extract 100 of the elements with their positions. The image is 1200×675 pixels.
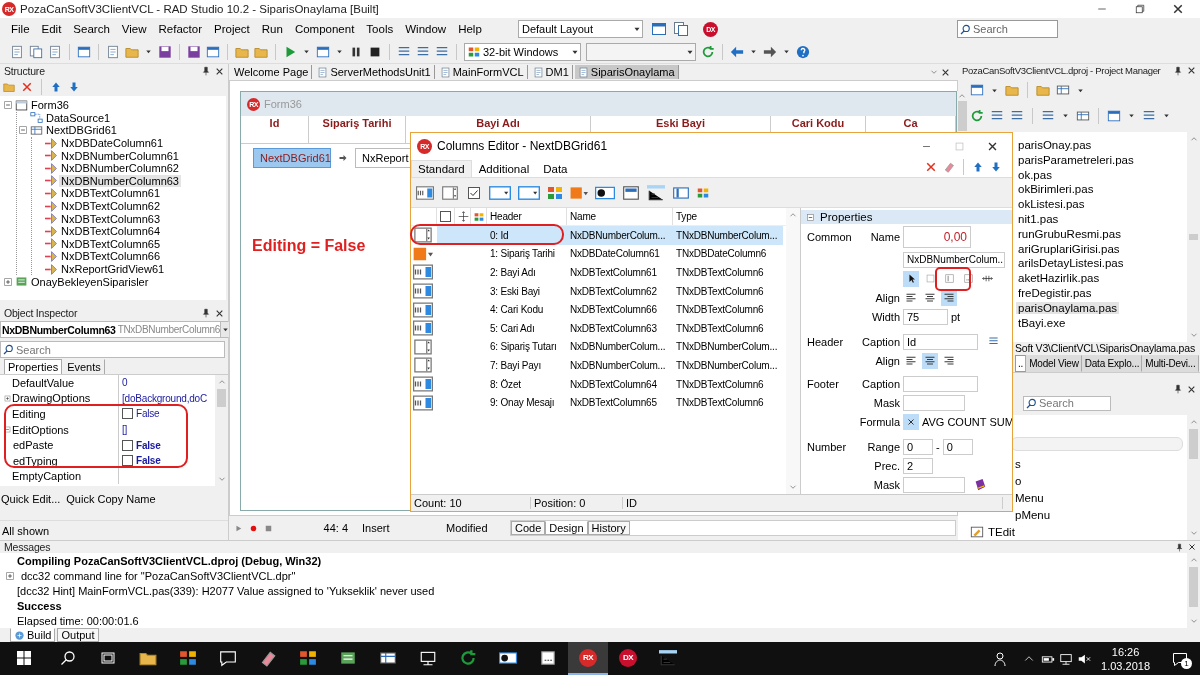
panel-tab[interactable]: Build	[10, 628, 56, 642]
command-heading[interactable]: Component	[289, 21, 360, 37]
tree-item[interactable]: NxReportGridView61	[59, 263, 167, 275]
field-label: Name	[870, 231, 901, 243]
command-heading[interactable]: Window	[400, 21, 452, 37]
table-row[interactable]: 0: Id NxDBNumberColum... TNxDBNumberColum...	[437, 226, 783, 245]
table-row[interactable]: 6: Sipariş Tutarı NxDBNumberColum... TNxDBNumberColum...	[437, 337, 783, 357]
command-heading[interactable]: Project	[209, 21, 255, 37]
name-field[interactable]: NxDBNumberColum...	[903, 251, 1005, 268]
command-heading[interactable]: Search	[68, 21, 115, 37]
table-row[interactable]: 9: Onay Mesajı NxDBTextColumn65 TNxDBTextColumn6	[437, 393, 783, 412]
tree-item[interactable]: NextDBGrid61	[44, 124, 119, 137]
property-value: 0	[122, 377, 128, 389]
app-logo[interactable]: DX	[619, 648, 637, 667]
formula-option[interactable]: COUNT	[947, 415, 987, 428]
tree-item[interactable]: NxDBDateColumn61	[59, 137, 166, 150]
value-field[interactable]: 0,00	[903, 226, 971, 248]
table-row[interactable]: 8: Özet NxDBTextColumn64 TNxDBTextColumn6	[437, 374, 783, 394]
table-row[interactable]: 4: Cari Kodu NxDBTextColumn66 TNxDBTextColumn6	[437, 300, 783, 319]
tree-item[interactable]: NxDBNumberColumn61	[59, 149, 181, 162]
palette-item[interactable]: Menu	[1015, 491, 1044, 504]
tab[interactable]: Additional	[471, 160, 537, 177]
search-field[interactable]: Search	[0, 341, 225, 358]
tree-item[interactable]: NxDBNumberColumn63	[59, 174, 181, 187]
file-item[interactable]: parisOnaylama.pas	[1016, 301, 1120, 314]
section-header[interactable]: Properties	[801, 210, 1012, 224]
tree-item[interactable]: Form36	[29, 99, 71, 112]
link[interactable]: Quick Copy Name	[66, 493, 156, 505]
file-item[interactable]: ariGruplariGirisi.pas	[1016, 242, 1122, 255]
palette-item[interactable]: s	[1015, 457, 1021, 470]
view-tab[interactable]: History	[587, 521, 630, 535]
tree-item[interactable]: NxDBNumberColumn62	[59, 162, 181, 175]
command-heading[interactable]: Refactor	[153, 21, 207, 37]
range-field[interactable]: 0	[942, 438, 973, 455]
range-separator: -	[936, 440, 940, 453]
file-item[interactable]: aketHazirlik.pas	[1016, 272, 1102, 285]
tree-item[interactable]: NxDBTextColumn65	[59, 237, 163, 250]
editor-tab[interactable]: Welcome Page	[231, 65, 313, 79]
palette-item[interactable]: o	[1015, 474, 1022, 487]
command-heading[interactable]: Edit	[36, 21, 67, 37]
table-row[interactable]: 2: Bayi Adı NxDBTextColumn61 TNxDBTextColumn6	[437, 263, 783, 282]
clock[interactable]: 16:26 1.03.2018	[1091, 644, 1160, 673]
command-heading[interactable]: File	[6, 21, 35, 37]
command-heading[interactable]: Tools	[361, 21, 399, 37]
file-item[interactable]: okListesi.pas	[1016, 198, 1087, 211]
caption-field[interactable]: Id	[903, 333, 978, 350]
precision-field[interactable]: 2	[903, 457, 933, 474]
file-item[interactable]: runGrubuResmi.pas	[1016, 227, 1123, 240]
platform-dropdown[interactable]: 32-bit Windows	[464, 42, 581, 61]
tab[interactable]: Data	[536, 160, 575, 177]
object-selector[interactable]: NxDBNumberColumn63 TNxDBNumberColumn6	[0, 321, 228, 338]
palette-item[interactable]: TEdit	[988, 525, 1015, 538]
range-field[interactable]: 0	[903, 438, 933, 455]
file-item[interactable]: freDegistir.pas	[1016, 287, 1094, 300]
tree-item[interactable]: NxDBTextColumn63	[59, 212, 163, 225]
file-item[interactable]: parisOnay.pas	[1016, 139, 1094, 152]
tree-item[interactable]: DataSource1	[44, 111, 113, 124]
panel-tab[interactable]: ..	[1015, 354, 1027, 372]
file-item[interactable]: tBayi.exe	[1016, 316, 1068, 329]
file-item[interactable]: okBirimleri.pas	[1016, 183, 1096, 196]
tab[interactable]: Properties	[4, 359, 63, 374]
table-row[interactable]: 3: Eski Bayi NxDBTextColumn62 TNxDBTextColumn6	[437, 281, 783, 301]
file-item[interactable]: ok.pas	[1016, 168, 1054, 181]
editor-tab[interactable]: DM1	[529, 65, 573, 79]
tree-item[interactable]: NxDBTextColumn62	[59, 200, 163, 213]
view-tab[interactable]: Design	[545, 521, 588, 535]
command-heading[interactable]: View	[116, 21, 152, 37]
table-row[interactable]: 1: Sipariş Tarihi NxDBDateColumn61 TNxDBDateColumn6	[437, 244, 783, 264]
table-cell: NxDBNumberColum...	[570, 229, 666, 241]
tree-item[interactable]: NxDBTextColumn66	[59, 250, 163, 263]
tree-item[interactable]: NxDBTextColumn61	[59, 187, 163, 200]
editor-tab[interactable]: ServerMethodsUnit1	[314, 65, 435, 79]
link[interactable]: Quick Edit...	[1, 493, 61, 505]
command-heading[interactable]: Help	[453, 21, 487, 37]
file-item[interactable]: parisParametreleri.pas	[1016, 153, 1136, 166]
layout-dropdown[interactable]: Default Layout	[518, 20, 643, 38]
tree-item[interactable]: NxDBTextColumn64	[59, 225, 163, 238]
table-row[interactable]: 5: Cari Adı NxDBTextColumn63 TNxDBTextColumn6	[437, 318, 783, 338]
width-field[interactable]: 75	[903, 308, 948, 325]
table-cell: 3: Eski Bayi	[490, 285, 540, 297]
app-logo[interactable]: RX	[579, 648, 597, 667]
tree-item[interactable]: OnayBekleyenSiparisler	[29, 275, 151, 288]
file-item[interactable]: nit1.pas	[1016, 213, 1061, 226]
editor-tab[interactable]: SiparisOnaylama	[574, 65, 679, 79]
tab[interactable]: Standard	[411, 160, 472, 177]
breadcrumb-item[interactable]: NextDBGrid61	[253, 148, 331, 168]
notification-button[interactable]: 1	[1160, 642, 1200, 675]
view-tab[interactable]: Code	[511, 521, 546, 535]
command-heading[interactable]: Run	[256, 21, 288, 37]
file-item[interactable]: arilsDetayListesi.pas	[1016, 257, 1126, 270]
table-cell: TNxDBTextColumn6	[676, 285, 764, 297]
property-name: EmptyCaption	[12, 470, 82, 483]
editor-tab[interactable]: MainFormVCL	[436, 65, 528, 79]
table-cell: NxDBNumberColum...	[570, 359, 666, 371]
formula-option[interactable]: AVG	[922, 415, 945, 428]
table-row[interactable]: 7: Bayi Payı NxDBNumberColum... TNxDBNumberColum...	[437, 356, 783, 375]
search-field[interactable]: Search	[957, 20, 1058, 38]
table-cell: NxDBTextColumn64	[570, 378, 657, 390]
palette-item[interactable]: pMenu	[1015, 508, 1051, 521]
panel-tab[interactable]: Output	[57, 628, 99, 642]
